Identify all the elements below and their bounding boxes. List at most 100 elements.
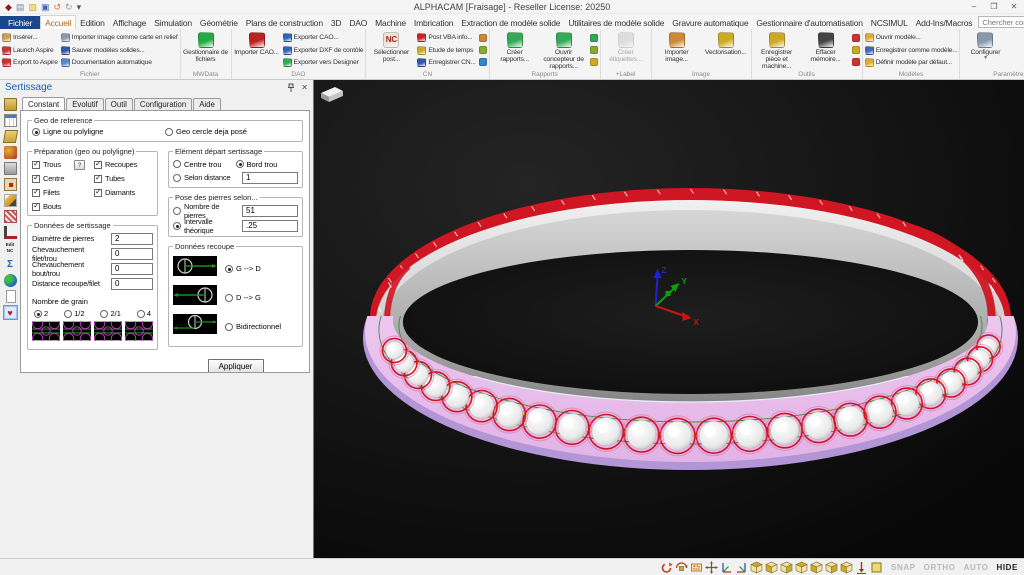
ribbon-item-export-to-aspire[interactable]: Export to Aspire (2, 58, 58, 67)
ribbon-mini-icon[interactable] (590, 58, 598, 66)
ribbon-item-cr-er-rapports[interactable]: Créer rapports... (492, 30, 538, 70)
radio-button[interactable] (165, 128, 173, 136)
tab-evolutif[interactable]: Evolutif (66, 98, 104, 110)
tab-machine[interactable]: Machine (371, 16, 410, 29)
radio-button[interactable] (34, 310, 42, 318)
pose-option-intervalle-th-orique[interactable]: Intervalle théorique (173, 218, 298, 233)
tab-affichage[interactable]: Affichage (109, 16, 151, 29)
tab-outil[interactable]: Outil (105, 98, 133, 110)
tab-extraction-de-mod-le-solide[interactable]: Extraction de modèle solide (457, 16, 564, 29)
prep-checkbox-recoupes[interactable]: Recoupes (94, 158, 153, 171)
ribbon-item-enregistrer-cn[interactable]: Enregistrer CN... (417, 58, 475, 67)
recoupe-option-d-g[interactable]: D --> G (225, 293, 261, 302)
pan-view-icon[interactable] (705, 561, 718, 574)
clipboard-icon[interactable] (4, 178, 17, 191)
radio-button[interactable] (225, 294, 233, 302)
ribbon-item-vectorisation[interactable]: Vectorisation... (703, 30, 749, 70)
ribbon-item-configurer[interactable]: Configurer▼ (962, 30, 1008, 70)
checkbox[interactable] (94, 175, 102, 183)
open-folder-icon[interactable]: ▨ (28, 1, 37, 13)
view-top-icon[interactable] (765, 561, 778, 574)
tab-dao[interactable]: DAO (345, 16, 371, 29)
ribbon-item-s-lectionner-post[interactable]: NCSélectionner post... (368, 30, 414, 70)
zoom-window-icon[interactable] (690, 561, 703, 574)
ribbon-mini-icon[interactable] (590, 34, 598, 42)
tab-g-om-trie[interactable]: Géométrie (196, 16, 242, 29)
axes-xyz-icon[interactable] (720, 561, 733, 574)
lathe-icon[interactable] (4, 226, 17, 239)
folder-icon[interactable] (4, 98, 17, 111)
checkbox[interactable] (32, 203, 40, 211)
recoupe-option-g-d[interactable]: G --> D (225, 264, 261, 273)
ribbon-item-etude-de-temps[interactable]: Etude de temps (417, 46, 475, 55)
view-right-icon[interactable] (825, 561, 838, 574)
radio-button[interactable] (236, 160, 244, 168)
pattern-icon[interactable] (4, 210, 17, 223)
toggle-auto[interactable]: AUTO (964, 563, 989, 572)
edit-nc-icon[interactable]: Edit NC (4, 242, 17, 255)
pencil-icon[interactable] (4, 194, 17, 207)
prep-help-button[interactable]: ? (74, 160, 85, 170)
prep-checkbox-bouts[interactable]: Bouts (32, 200, 94, 213)
tab-gestionnaire-d-automatisation[interactable]: Gestionnaire d'automatisation (752, 16, 866, 29)
ribbon-item-documentation-automatique[interactable]: Documentation automatique (61, 58, 178, 67)
radio-button[interactable] (173, 160, 181, 168)
grain-option-2[interactable]: 2 (34, 309, 48, 318)
restore-button[interactable]: ❐ (984, 0, 1004, 13)
ribbon-mini-icon[interactable] (479, 58, 487, 66)
ribbon-item-importer-image[interactable]: Importer image... (654, 30, 700, 70)
radio-button[interactable] (225, 265, 233, 273)
depart-option-centre-trou[interactable]: Centre trou (173, 160, 236, 169)
recoupe-option-bidirectionnel[interactable]: Bidirectionnel (225, 322, 281, 331)
tools-icon[interactable] (4, 146, 17, 159)
ribbon-mini-icon[interactable] (852, 58, 860, 66)
chevauchement-bout-trou-input[interactable] (111, 263, 153, 275)
tab-configuration[interactable]: Configuration (134, 98, 192, 110)
tab-edition[interactable]: Edition (76, 16, 109, 29)
radio-button[interactable] (173, 222, 181, 230)
tab-add-ins-macros[interactable]: Add-Ins/Macros (912, 16, 977, 29)
checkbox[interactable] (32, 189, 40, 197)
pin-icon[interactable] (287, 83, 295, 93)
checkbox[interactable] (32, 161, 40, 169)
new-document-icon[interactable]: ▤ (16, 1, 25, 13)
ribbon-item-ouvrir-mod-le[interactable]: Ouvrir modèle... (865, 33, 958, 42)
checkbox[interactable] (32, 175, 40, 183)
distance-recoupe-filet-input[interactable] (111, 278, 153, 290)
ribbon-item-d-finir-mod-le-par-d-faut[interactable]: Définir modèle par défaut... (865, 58, 958, 67)
radio-button[interactable] (100, 310, 108, 318)
document-icon[interactable] (6, 290, 16, 303)
radio-button[interactable] (32, 128, 40, 136)
ribbon-item-launch-aspire[interactable]: Launch Aspire (2, 46, 58, 55)
tab-gravure-automatique[interactable]: Gravure automatique (668, 16, 752, 29)
qat-dropdown-icon[interactable]: ▾ (77, 1, 82, 13)
ribbon-mini-icon[interactable] (590, 46, 598, 54)
toggle-snap[interactable]: SNAP (891, 563, 916, 572)
ribbon-item-exporter-vers-designer[interactable]: Exporter vers Designer (283, 58, 364, 67)
ribbon-item-gestionnaire-de-fichiers[interactable]: Gestionnaire de fichiers (183, 30, 229, 70)
redo-icon[interactable]: ↻ (65, 1, 73, 13)
ribbon-item-sauver-mod-les-solides[interactable]: Sauver modèles solides... (61, 46, 178, 55)
depart-option-bord-trou[interactable]: Bord trou (236, 160, 299, 169)
tab-fichier[interactable]: Fichier (0, 16, 40, 29)
prep-checkbox-centre[interactable]: Centre (32, 172, 94, 185)
tab-simulation[interactable]: Simulation (150, 16, 196, 29)
tab-3d[interactable]: 3D (327, 16, 345, 29)
view-bottom-icon[interactable] (840, 561, 853, 574)
apply-button[interactable]: Appliquer (208, 359, 264, 373)
sertissage-icon[interactable]: ♥ (4, 306, 17, 319)
ribbon-item-enregistrer-comme-mod-le[interactable]: Enregistrer comme modèle... (865, 46, 958, 55)
ribbon-mini-icon[interactable] (479, 46, 487, 54)
ribbon-mini-icon[interactable] (852, 46, 860, 54)
radio-button[interactable] (173, 207, 181, 215)
dynamic-rotate-icon[interactable] (675, 561, 688, 574)
view-iso-icon[interactable] (750, 561, 763, 574)
print-icon[interactable] (4, 162, 17, 175)
3d-viewport[interactable]: ZYX (313, 80, 1024, 558)
save-icon[interactable]: ▣ (41, 1, 50, 13)
reports-icon[interactable] (4, 114, 17, 127)
checkbox[interactable] (94, 189, 102, 197)
prep-checkbox-filets[interactable]: Filets (32, 186, 94, 199)
tab-constant[interactable]: Constant (22, 97, 65, 110)
panel-close-icon[interactable]: ✕ (301, 83, 308, 92)
